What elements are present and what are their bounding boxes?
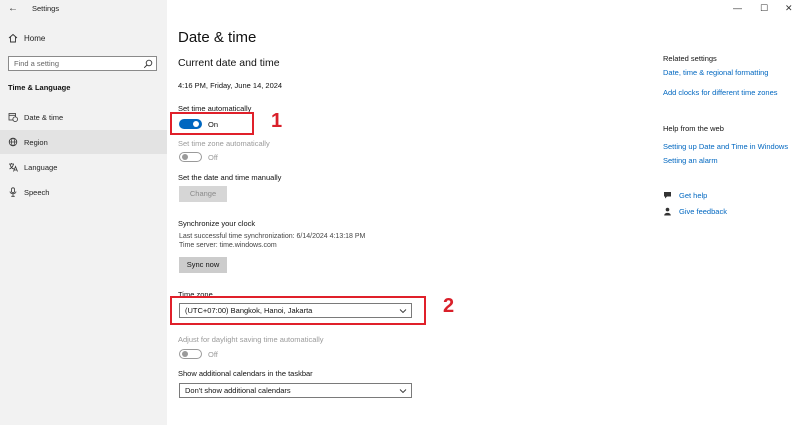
feedback-person-icon <box>664 207 671 216</box>
set-manually-label: Set the date and time manually <box>178 173 282 182</box>
close-button[interactable]: ✕ <box>785 3 793 14</box>
regional-formatting-link[interactable]: Date, time & regional formatting <box>663 68 768 77</box>
sidebar-item-speech[interactable]: Speech <box>0 180 167 204</box>
section-label: Time & Language <box>8 83 71 92</box>
give-feedback-link[interactable]: Give feedback <box>679 207 727 216</box>
set-timezone-auto-toggle[interactable] <box>179 152 202 162</box>
annotation-marker-1: 1 <box>271 110 283 132</box>
annotation-marker-2: 2 <box>443 295 455 317</box>
highlight-box-1 <box>170 112 254 135</box>
search-input[interactable]: Find a setting <box>8 56 157 71</box>
calendars-value: Don't show additional calendars <box>185 386 291 395</box>
sidebar-item-label: Language <box>24 163 58 172</box>
sidebar-item-label: Date & time <box>24 113 64 122</box>
toggle-knob <box>182 351 188 357</box>
section-title: Current date and time <box>178 57 280 69</box>
setup-date-time-link[interactable]: Setting up Date and Time in Windows <box>663 142 788 151</box>
sidebar-item-label: Speech <box>24 188 50 197</box>
home-label: Home <box>24 34 46 43</box>
current-datetime: 4:16 PM, Friday, June 14, 2024 <box>178 81 283 90</box>
app-title: Settings <box>32 4 60 13</box>
sync-heading: Synchronize your clock <box>178 219 256 228</box>
sidebar-item-date-time[interactable]: Date & time <box>0 105 167 129</box>
sidebar: ← Settings Home Find a setting Time & La… <box>0 0 167 425</box>
change-button[interactable]: Change <box>179 186 227 202</box>
get-help-link[interactable]: Get help <box>679 191 707 200</box>
last-sync-text: Last successful time synchronization: 6/… <box>179 233 366 240</box>
related-settings-heading: Related settings <box>663 54 717 63</box>
sync-now-button[interactable]: Sync now <box>179 257 227 273</box>
search-icon[interactable] <box>143 59 153 69</box>
home-nav-item[interactable]: Home <box>0 30 167 48</box>
minimize-button[interactable]: — <box>733 3 742 13</box>
dst-state: Off <box>208 350 218 359</box>
sidebar-item-language[interactable]: Language <box>0 155 167 179</box>
setting-alarm-link[interactable]: Setting an alarm <box>663 156 718 165</box>
sidebar-item-label: Region <box>24 138 48 147</box>
dst-toggle[interactable] <box>179 349 202 359</box>
highlight-box-2 <box>170 296 426 325</box>
maximize-button[interactable]: ☐ <box>760 3 768 14</box>
chevron-down-icon <box>399 389 407 394</box>
calendars-select[interactable]: Don't show additional calendars <box>179 383 412 398</box>
sidebar-item-region[interactable]: Region <box>0 130 167 154</box>
back-arrow-icon[interactable]: ← <box>8 3 18 14</box>
home-icon <box>8 33 18 43</box>
search-placeholder: Find a setting <box>14 59 60 68</box>
time-server-text: Time server: time.windows.com <box>179 242 277 249</box>
add-clocks-link[interactable]: Add clocks for different time zones <box>663 88 778 97</box>
language-icon <box>9 163 18 172</box>
set-timezone-auto-state: Off <box>208 153 218 162</box>
set-timezone-auto-label: Set time zone automatically <box>178 139 270 148</box>
calendar-clock-icon <box>8 113 18 122</box>
calendars-label: Show additional calendars in the taskbar <box>178 369 313 378</box>
page-title: Date & time <box>178 29 257 46</box>
toggle-knob <box>182 154 188 160</box>
dst-label: Adjust for daylight saving time automati… <box>178 335 324 344</box>
chat-help-icon <box>664 192 671 199</box>
help-heading: Help from the web <box>663 124 724 133</box>
globe-icon <box>8 137 18 147</box>
microphone-icon <box>9 187 17 197</box>
